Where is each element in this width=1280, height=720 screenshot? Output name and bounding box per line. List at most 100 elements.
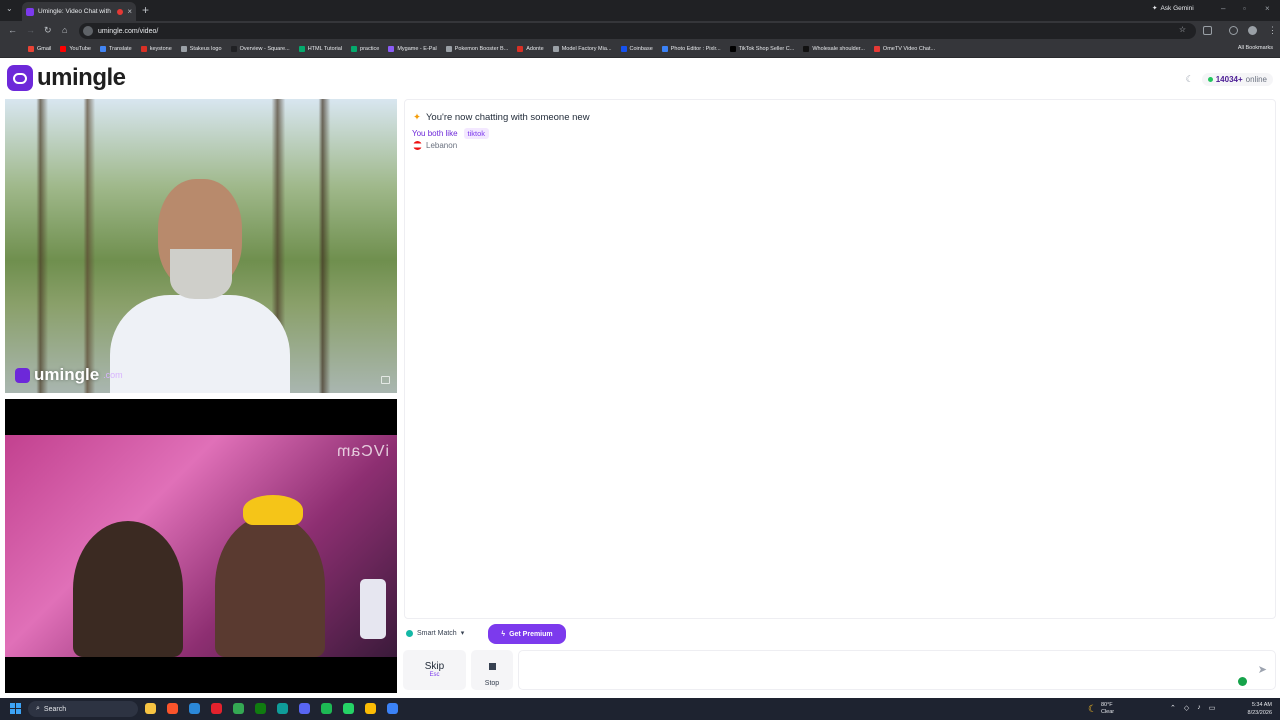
bookmark-label: Model Factory Mia... [561,46,612,52]
battery-icon[interactable]: ▭ [1209,704,1216,712]
bookmark-item[interactable]: Adonte [517,46,544,52]
browser-tab-bar: ⌄ Umingle: Video Chat with S × + ✦ Ask G… [0,0,1280,21]
close-window-icon[interactable]: × [1265,4,1270,13]
bookmark-label: Gmail [37,46,52,52]
bookmark-item[interactable]: Mygame - E-Pal [388,46,437,52]
bookmark-favicon-icon [28,46,34,52]
bookmark-label: Adonte [526,46,544,52]
media-icon[interactable] [1229,26,1238,35]
bookmark-item[interactable]: Photo Editor : Pixlr... [661,46,721,52]
bookmark-item[interactable]: HTML Tutorial [298,46,342,52]
url-text[interactable]: umingle.com/video/ [98,28,158,35]
bookmark-item[interactable]: keystone [140,46,172,52]
opera-app-icon[interactable] [211,703,222,714]
self-video: iVCam [5,399,397,693]
store-app-icon[interactable] [189,703,200,714]
windows-start-icon[interactable] [10,703,21,714]
interest-tag: tiktok [463,128,490,139]
bookmark-item[interactable]: Wholesale shoulder... [803,46,865,52]
taskbar-search-label: Search [43,705,67,713]
bookmark-label: Pokemon Booster B... [454,46,509,52]
smart-match-dropdown[interactable]: Smart Match ▾ [406,629,464,637]
reload-icon[interactable]: ↻ [44,25,52,36]
bookmark-item[interactable]: OmeTV Video Chat... [873,46,936,52]
profile-avatar-icon[interactable] [1248,26,1257,35]
omnibox[interactable]: umingle.com/video/ ☆ [79,23,1196,39]
stop-button[interactable]: Stop [471,650,513,690]
back-icon[interactable]: ← [8,25,17,35]
explorer-app-icon[interactable] [145,703,156,714]
logo-chat-icon [7,65,33,91]
bookmark-star-icon[interactable]: ☆ [1179,25,1186,34]
site-logo[interactable]: umingle [7,64,126,92]
new-tab-button[interactable]: + [142,3,149,17]
bookmark-label: YouTube [69,46,91,52]
bookmark-item[interactable]: Gmail [28,46,51,52]
chevron-down-icon: ▾ [460,630,465,637]
report-flag-icon[interactable] [381,376,390,384]
bookmark-favicon-icon [620,46,627,52]
all-bookmarks-button[interactable]: All Bookmarks [1238,45,1273,51]
bookmark-item[interactable]: Pokemon Booster B... [445,46,509,52]
chrome-app-icon[interactable] [233,703,244,714]
forward-icon[interactable]: → [26,25,35,35]
lightning-icon: ϟ [501,630,506,638]
message-input[interactable]: ➤ [518,650,1276,690]
weather-widget[interactable]: ☾ 80°F Clear [1088,702,1114,716]
umingle-app-app-icon[interactable] [387,703,398,714]
search-icon: ⌕ [36,705,40,712]
stranger-video: umingle .com [5,99,397,393]
premium-label: Get Premium [509,630,553,638]
spotify-app-icon[interactable] [321,703,332,714]
shared-interests: You both like tiktok [412,128,490,139]
home-icon[interactable]: ⌂ [62,25,67,35]
extensions-icon[interactable] [1203,26,1212,35]
bookmark-item[interactable]: Stakeus logo [180,46,222,52]
minimize-icon[interactable]: – [1221,4,1225,13]
skip-button[interactable]: Skip Esc [403,650,466,690]
bookmark-item[interactable]: Overview - Square... [230,46,290,52]
bookmark-label: Photo Editor : Pixlr... [670,46,721,52]
bookmark-item[interactable]: YouTube [60,46,91,52]
system-tray: ⌃ ◇ ♪ ▭ [1170,704,1215,712]
maximize-icon[interactable]: ▫ [1243,4,1246,13]
weather-temp: 80°F [1100,702,1113,708]
tray-overflow-icon[interactable]: ⌃ [1170,704,1176,712]
active-tab[interactable]: Umingle: Video Chat with S × [22,2,136,21]
smart-match-label: Smart Match [417,629,457,637]
stranger-country: Lebanon [413,141,457,150]
bookmark-item[interactable]: Coinbase [620,46,653,52]
ask-gemini-label: Ask Gemini [1160,4,1194,12]
get-premium-button[interactable]: ϟ Get Premium [488,624,566,644]
taskbar-clock[interactable]: 5:34 AM 8/23/2026 [1248,701,1272,717]
bookmark-favicon-icon [552,46,559,52]
bookmark-item[interactable]: Model Factory Mia... [552,46,612,52]
whatsapp-app-icon[interactable] [343,703,354,714]
menu-dots-icon[interactable]: ⋮ [1268,25,1277,36]
taskbar-search[interactable]: ⌕ Search [28,701,138,717]
bookmark-item[interactable]: practice [351,46,379,52]
edge-app-icon[interactable] [277,703,288,714]
dark-mode-toggle-icon[interactable]: ☾ [1186,74,1194,85]
bookmarks-bar: Gmail YouTube Translate keystone Stakeus log… [0,41,1280,58]
moon-weather-icon: ☾ [1088,703,1097,715]
bookmark-item[interactable]: TikTok Shop Seller C... [729,46,794,52]
tab-close-icon[interactable]: × [127,7,132,16]
bookmark-label: OmeTV Video Chat... [882,46,936,52]
tab-search-icon[interactable]: ⌄ [6,4,13,13]
ask-gemini-button[interactable]: ✦ Ask Gemini [1152,4,1194,13]
brave-app-icon[interactable] [167,703,178,714]
bookmark-item[interactable]: Translate [100,46,132,52]
chrome-active-app-icon[interactable] [365,703,376,714]
discord-app-icon[interactable] [299,703,310,714]
site-info-icon[interactable] [83,26,93,36]
grammar-extension-icon[interactable] [1238,677,1247,686]
windows-taskbar: ⌕ Search ☾ 80°F Clear ⌃ ◇ ♪ ▭ 5:34 AM 8/… [0,698,1280,720]
self-camera-scene [5,435,397,657]
send-icon[interactable]: ➤ [1258,663,1267,676]
network-icon[interactable]: ◇ [1184,704,1189,712]
xbox-app-icon[interactable] [255,703,266,714]
volume-icon[interactable]: ♪ [1197,704,1201,712]
both-like-label: You both like [412,129,458,138]
umingle-page: umingle ☾ 14034+ online umingle .com iVC… [0,58,1280,698]
